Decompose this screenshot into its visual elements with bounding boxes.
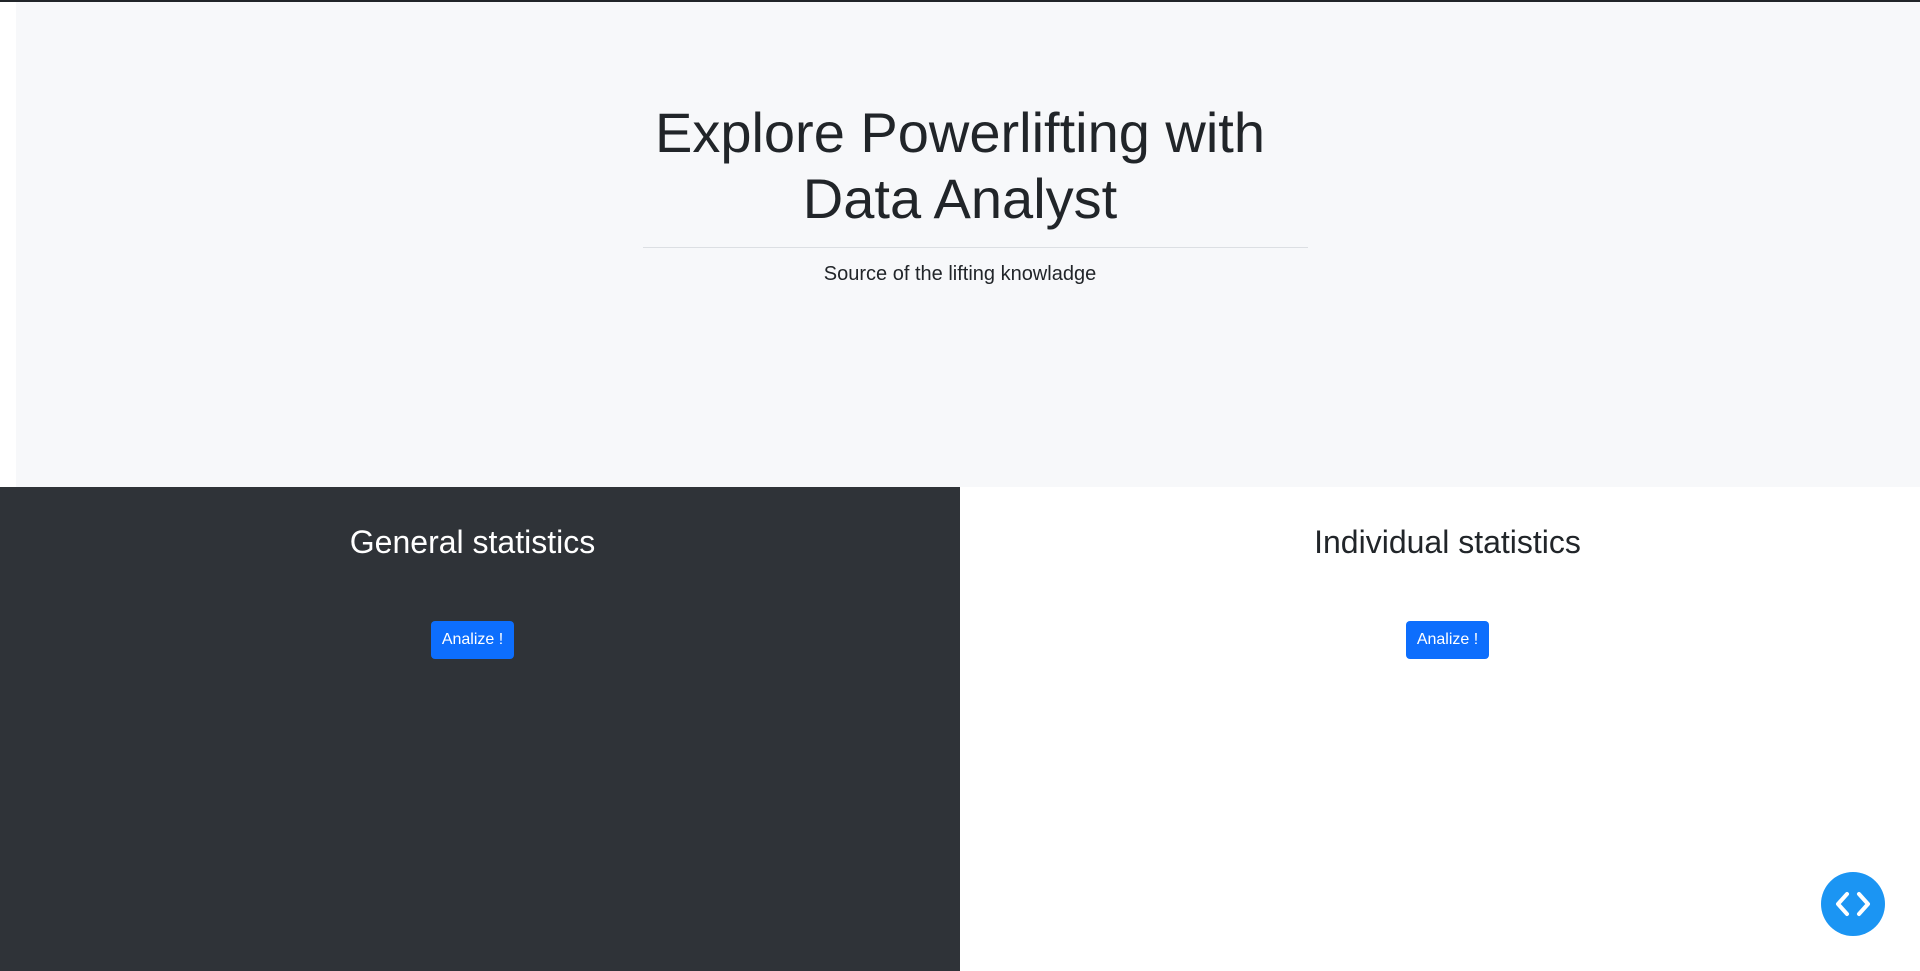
hero-divider <box>643 247 1308 248</box>
hero-lead: Source of the lifting knowladge <box>823 263 1097 285</box>
hero-title: Explore Powerlifting with Data Analyst <box>0 100 1920 232</box>
general-analyze-button[interactable]: Analize ! <box>431 621 514 659</box>
individual-statistics-title: Individual statistics <box>1314 524 1581 560</box>
general-statistics-title: General statistics <box>349 524 596 560</box>
code-brackets-icon <box>1836 892 1870 916</box>
individual-analyze-button[interactable]: Analize ! <box>1406 621 1489 659</box>
hero-title-line-2: Data Analyst <box>802 167 1118 230</box>
hero-title-line-1: Explore Powerlifting with <box>654 101 1266 164</box>
hero-banner <box>16 2 1920 487</box>
code-toggle-button[interactable] <box>1821 872 1885 936</box>
general-statistics-panel: General statistics Analize ! <box>0 487 960 971</box>
individual-statistics-panel: Individual statistics Analize ! <box>960 487 1920 971</box>
